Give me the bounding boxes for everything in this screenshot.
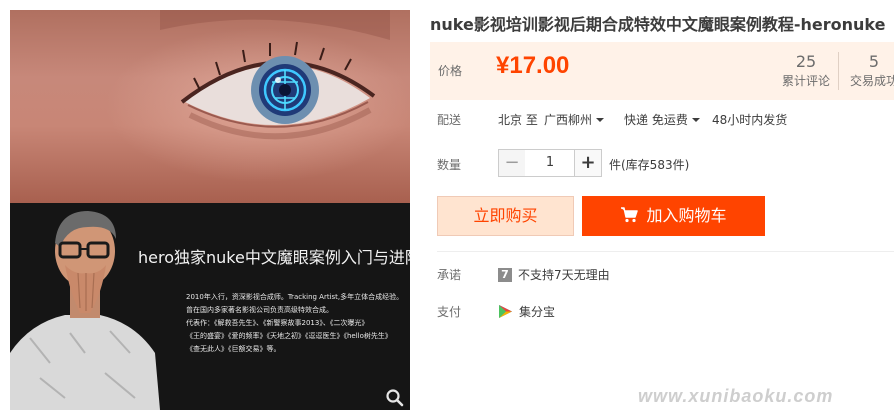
section-divider: [437, 251, 894, 252]
stat-divider: [838, 52, 839, 90]
eye-photo: [10, 10, 410, 203]
buy-now-button[interactable]: 立即购买: [437, 196, 574, 236]
promo-line: 代表作：《解救吾先生》、《新警察故事2013》、《二次曝光》: [186, 319, 369, 327]
quantity-stepper: − 1 +: [498, 149, 602, 177]
shipping-method-select[interactable]: 快递 免运费: [624, 111, 700, 128]
payment-item[interactable]: 集分宝: [498, 303, 555, 320]
promo-title: hero独家nuke中文魔眼案例入门与进阶: [138, 248, 410, 267]
reviews-stat[interactable]: 25 累计评论: [780, 52, 832, 90]
product-title: nuke影视培训影视后期合成特效中文魔眼案例教程-heronuke: [430, 15, 886, 34]
payment-method: 集分宝: [519, 305, 556, 319]
shipping-label: 配送: [437, 113, 462, 127]
quantity-label: 数量: [437, 158, 462, 172]
payment-label: 支付: [437, 305, 462, 319]
shipping-destination-select[interactable]: 广西柳州: [544, 111, 605, 128]
promo-line: 2010年入行，资深影视合成师。Tracking Artist,多年立体合成经验…: [186, 293, 404, 301]
increase-quantity-button[interactable]: +: [574, 149, 602, 177]
reviews-count: 25: [795, 52, 817, 71]
price-value: ¥17.00: [496, 52, 570, 79]
trades-count: 5: [868, 52, 880, 71]
promo-line: 《王的盛宴》《爱的频率》《天地之初》《逗逗医生》《hello树先生》: [186, 332, 392, 340]
dispatch-time: 48小时内发货: [712, 113, 788, 127]
shipping-from: 北京 至: [498, 113, 538, 127]
promo-line: 曾在国内多家著名影视公司负责高级特效合成。: [186, 306, 333, 314]
product-image[interactable]: hero独家nuke中文魔眼案例入门与进阶 2010年入行，资深影视合成师。Tr…: [10, 10, 410, 410]
trades-stat[interactable]: 5 交易成功: [848, 52, 894, 90]
chevron-down-icon: [691, 117, 700, 122]
promise-item[interactable]: 7 不支持7天无理由: [498, 266, 610, 283]
add-to-cart-button[interactable]: 加入购物车: [582, 196, 765, 236]
promise-label: 承诺: [437, 268, 462, 282]
reviews-label: 累计评论: [781, 74, 830, 88]
shipping-destination: 广西柳州: [544, 113, 593, 127]
search-icon[interactable]: [385, 388, 405, 408]
cart-icon: [621, 207, 639, 223]
shipping-method: 快递 免运费: [624, 113, 688, 127]
promise-text: 不支持7天无理由: [518, 268, 610, 282]
seven-day-icon: 7: [498, 267, 512, 282]
site-watermark: www.xunibaoku.com: [638, 386, 834, 406]
chevron-down-icon: [596, 117, 605, 122]
eye-illustration: [160, 10, 390, 140]
price-panel: 价格 ¥17.00 25 累计评论 5 交易成功: [430, 42, 894, 100]
trades-label: 交易成功: [849, 74, 894, 88]
instructor-banner: hero独家nuke中文魔眼案例入门与进阶 2010年入行，资深影视合成师。Tr…: [10, 203, 410, 410]
stock-info: 件(库存583件): [609, 158, 690, 172]
promo-description: 2010年入行，资深影视合成师。Tracking Artist,多年立体合成经验…: [186, 291, 408, 356]
price-label: 价格: [438, 64, 463, 78]
jifenbao-icon: [499, 305, 512, 318]
promo-line: 《查无此人》《巨额交易》等。: [186, 345, 281, 353]
add-to-cart-label: 加入购物车: [646, 206, 727, 225]
decrease-quantity-button[interactable]: −: [498, 149, 526, 177]
quantity-input[interactable]: 1: [525, 149, 575, 177]
